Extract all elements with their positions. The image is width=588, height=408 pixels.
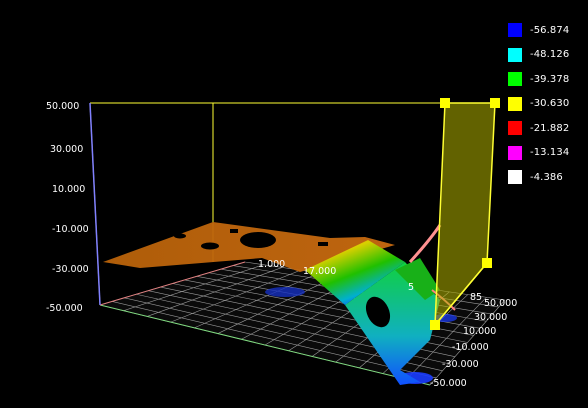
clip-plane-handle[interactable]: [482, 258, 492, 268]
legend-entry: -39.378: [508, 67, 584, 92]
legend-value: -21.882: [530, 122, 570, 134]
legend-entry: -4.386: [508, 165, 584, 190]
legend-entry: -30.630: [508, 92, 584, 117]
legend-swatch: [508, 145, 522, 160]
legend-swatch: [508, 96, 522, 111]
floor-label: 5: [408, 282, 414, 293]
z-tick: -10.000: [52, 224, 89, 235]
y-tick: 10.000: [463, 326, 496, 337]
legend-entry: -21.882: [508, 116, 584, 141]
color-legend: -56.874 -48.126 -39.378 -30.630 -21.882 …: [508, 18, 584, 190]
legend-swatch: [508, 72, 522, 87]
3d-scene[interactable]: 50.000 30.000 10.000 -10.000 -30.000 -50…: [0, 0, 588, 408]
legend-value: -56.874: [530, 24, 570, 36]
floor-label: 85: [470, 292, 482, 303]
legend-swatch: [508, 121, 522, 136]
legend-value: -13.134: [530, 147, 570, 159]
z-axis-line: [89, 102, 101, 306]
legend-entry: -13.134: [508, 141, 584, 166]
legend-value: -39.378: [530, 73, 570, 85]
legend-entry: -48.126: [508, 43, 584, 68]
z-tick: -30.000: [52, 264, 89, 275]
clip-plane-handle[interactable]: [440, 98, 450, 108]
legend-swatch: [508, 23, 522, 38]
clip-plane-handle[interactable]: [490, 98, 500, 108]
y-tick: 30.000: [474, 312, 507, 323]
floor-label: 17.000: [303, 266, 336, 277]
legend-swatch: [508, 47, 522, 62]
y-tick: -10.000: [452, 342, 489, 353]
clip-plane-handle[interactable]: [430, 320, 440, 330]
z-axis-ticks: 50.000 30.000 10.000 -10.000 -30.000 -50…: [46, 101, 89, 314]
legend-swatch: [508, 170, 522, 185]
z-tick: 50.000: [46, 101, 79, 112]
y-tick: -30.000: [442, 359, 479, 370]
legend-value: -48.126: [530, 49, 570, 61]
3d-surface-viewer[interactable]: 50.000 30.000 10.000 -10.000 -30.000 -50…: [0, 0, 588, 408]
y-tick: 50.000: [484, 298, 517, 309]
floor-label: 1.000: [258, 259, 285, 270]
legend-value: -30.630: [530, 98, 570, 110]
z-tick: 30.000: [50, 144, 83, 155]
legend-entry: -56.874: [508, 18, 584, 43]
z-tick: 10.000: [52, 184, 85, 195]
z-tick: -50.000: [46, 303, 83, 314]
legend-value: -4.386: [530, 171, 563, 183]
y-tick: -50.000: [430, 378, 467, 389]
